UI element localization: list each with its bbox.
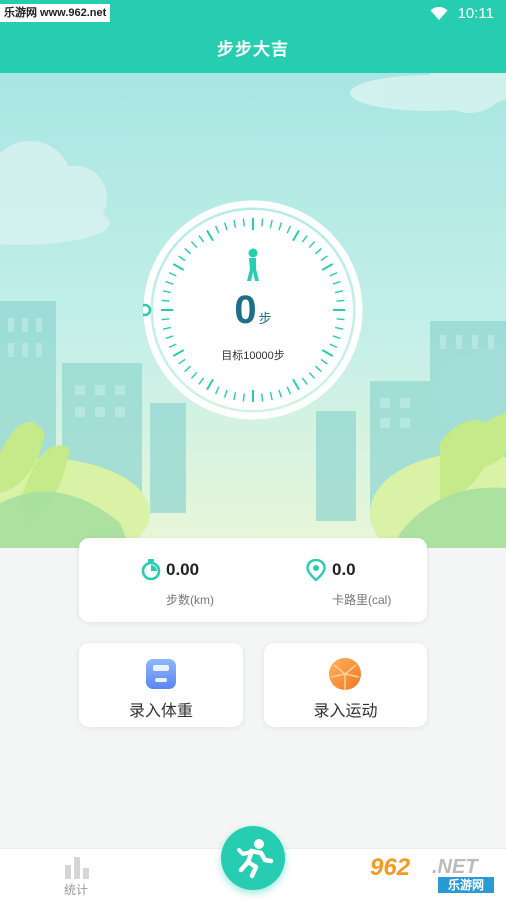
calories-label: 卡路里(cal) <box>332 593 392 607</box>
location-pin-icon <box>306 559 326 581</box>
watermark-text: 乐游网 www.962.net <box>0 4 111 22</box>
dial-tick <box>261 218 264 227</box>
stopwatch-icon <box>141 559 161 581</box>
step-count-unit: 步 <box>258 311 272 326</box>
status-bar: 乐游网 www.962.net 10:11 <box>0 0 506 26</box>
step-count-value: 0 <box>234 288 257 332</box>
wifi-icon <box>430 6 448 20</box>
running-person-icon <box>237 839 274 879</box>
start-running-button[interactable] <box>221 826 285 890</box>
record-exercise-button[interactable]: 录入运动 <box>264 643 427 727</box>
page-title: 步步大吉 <box>0 26 506 73</box>
status-right: 10:11 <box>430 5 494 22</box>
watermark-logo: 962 .NET 乐游网 <box>366 852 500 896</box>
distance-value: 0.00 <box>166 560 200 579</box>
step-goal: 目标10000步 <box>221 350 285 362</box>
dial-tick <box>242 218 245 227</box>
tab-stats-label: 统计 <box>64 883 89 897</box>
tab-stats[interactable]: 统计 <box>50 849 106 901</box>
watermark-logo-suffix: .NET <box>432 856 478 878</box>
dial-tick <box>261 393 264 402</box>
watermark-logo-number: 962 <box>370 854 411 881</box>
step-count: 0步 <box>143 288 363 333</box>
status-time: 10:11 <box>457 5 494 22</box>
distance-label: 步数(km) <box>166 593 214 607</box>
calories-value: 0.0 <box>332 560 356 579</box>
basketball-icon <box>329 658 361 690</box>
walking-person-icon <box>247 248 259 281</box>
record-exercise-label: 录入运动 <box>313 703 378 720</box>
step-counter-dial: 0步 目标10000步 <box>143 200 363 420</box>
dial-tick <box>242 393 245 402</box>
scale-icon <box>146 659 176 689</box>
record-weight-label: 录入体重 <box>128 703 193 720</box>
stats-card: 0.00 步数(km) 0.0 卡路里(cal) <box>79 538 427 622</box>
bar-chart-icon <box>65 857 89 879</box>
hero-section: 0步 目标10000步 <box>0 73 506 548</box>
watermark-logo-name: 乐游网 <box>438 877 494 893</box>
record-weight-button[interactable]: 录入体重 <box>79 643 243 727</box>
